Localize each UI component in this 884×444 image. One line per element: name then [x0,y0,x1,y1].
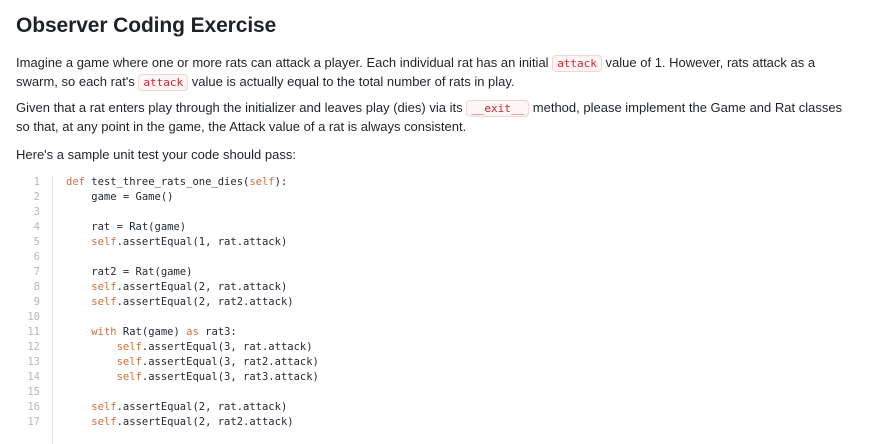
code-text: self.assertEqual(2, rat.attack) [66,280,287,295]
code-token: .assertEqual(2, rat.attack) [116,401,288,413]
code-self: self [116,371,142,383]
code-text: self.assertEqual(2, rat.attack) [66,400,287,415]
code-text: self.assertEqual(1, rat.attack) [66,235,287,250]
code-token: test_three_rats_one_dies( [91,176,250,188]
code-text: self.assertEqual(3, rat3.attack) [66,370,319,385]
code-text: self.assertEqual(2, rat2.attack) [66,415,294,430]
inline-code-attack: attack [552,55,602,72]
line-number: 11 [27,326,40,338]
code-text: self.assertEqual(3, rat.attack) [66,340,313,355]
code-text: with Rat(game) as rat3: [66,325,237,340]
code-token: .assertEqual(3, rat3.attack) [141,371,319,383]
line-number: 14 [27,371,40,383]
code-token: rat2 = Rat(game) [66,266,193,278]
sample-test-intro: Here's a sample unit test your code shou… [16,147,296,162]
code-token: .assertEqual(3, rat.attack) [141,341,313,353]
code-self: self [91,281,117,293]
code-self: self [116,341,142,353]
gutter-divider [52,176,53,444]
code-self: self [91,236,117,248]
code-text: rat2 = Rat(game) [66,265,192,280]
code-token: rat3: [198,326,237,338]
code-text: def test_three_rats_one_dies(self): [66,175,287,190]
code-text: game = Game() [66,190,173,205]
code-self: self [116,356,142,368]
inline-code-attack-2: attack [138,74,189,91]
task-text-1: Given that a rat enters play through the… [16,100,467,115]
line-number: 6 [33,251,40,263]
code-token: ): [274,176,288,188]
code-token: .assertEqual(2, rat2.attack) [116,296,294,308]
line-number: 5 [33,236,40,248]
intro-text-1: Imagine a game where one or more rats ca… [16,55,553,70]
code-keyword: with [91,326,117,338]
code-token: Rat(game) [116,326,187,338]
code-text: self.assertEqual(3, rat2.attack) [66,355,319,370]
code-text: self.assertEqual(2, rat2.attack) [66,295,294,310]
code-token: .assertEqual(2, rat2.attack) [116,416,294,428]
line-number: 9 [33,296,40,308]
line-number: 7 [33,266,40,278]
code-self: self [91,416,117,428]
code-token: game = Game() [66,191,174,203]
line-number: 12 [27,341,40,353]
code-self: self [91,296,117,308]
line-number: 10 [27,311,40,323]
line-number: 1 [33,176,40,188]
line-number: 8 [33,281,40,293]
line-number: 16 [27,401,40,413]
inline-code-exit: __exit__ [466,100,530,117]
line-number: 17 [27,416,40,428]
code-text: rat = Rat(game) [66,220,186,235]
code-token: rat = Rat(game) [66,221,187,233]
code-token: .assertEqual(1, rat.attack) [116,236,288,248]
code-token: .assertEqual(2, rat.attack) [116,281,288,293]
code-token: .assertEqual(3, rat2.attack) [141,356,319,368]
code-keyword: as [186,326,199,338]
code-block: 1 def test_three_rats_one_dies(self): 2 ga… [16,172,868,444]
line-number: 15 [27,386,40,398]
line-number: 13 [27,356,40,368]
intro-text-3: value is actually equal to the total num… [188,74,515,89]
line-number: 2 [33,191,40,203]
code-keyword: def [66,176,92,188]
code-self: self [91,401,117,413]
code-self: self [249,176,275,188]
line-number: 4 [33,221,40,233]
line-number: 3 [33,206,40,218]
task-paragraph: Given that a rat enters play through the… [16,99,846,136]
page-title: Observer Coding Exercise [16,14,277,37]
intro-paragraph: Imagine a game where one or more rats ca… [16,54,846,92]
